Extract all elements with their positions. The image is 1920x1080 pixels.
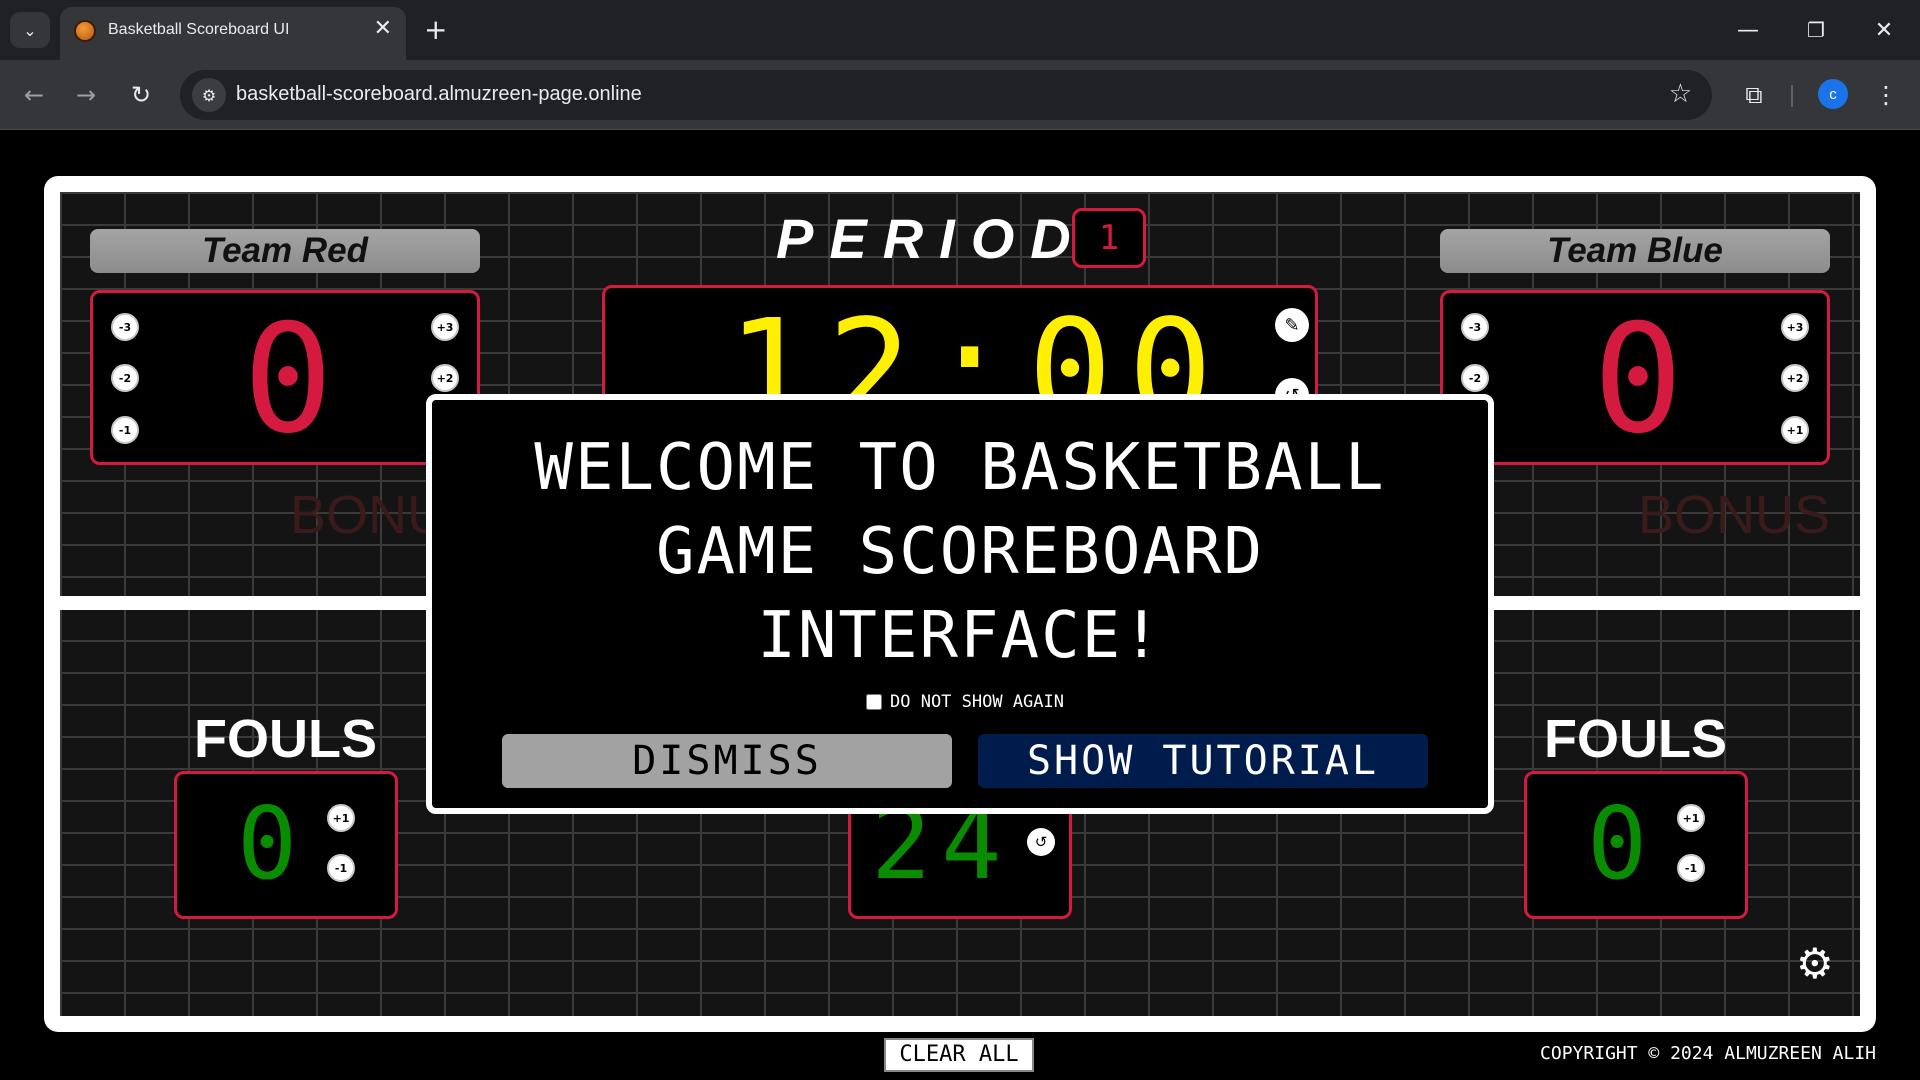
- period-value[interactable]: 1: [1072, 208, 1146, 268]
- basketball-favicon-icon: [74, 20, 96, 42]
- copyright-text: COPYRIGHT © 2024 ALMUZREEN ALIH: [1540, 1043, 1876, 1064]
- forward-arrow-icon[interactable]: →: [66, 75, 106, 115]
- home-score-box: 0 -3 -2 -1 +3 +2: [90, 290, 480, 465]
- home-fouls-label: FOULS: [194, 709, 377, 769]
- kebab-menu-icon[interactable]: ⋮: [1866, 75, 1906, 115]
- welcome-modal: WELCOME TO BASKETBALL GAME SCOREBOARD IN…: [426, 394, 1494, 814]
- away-score: 0: [1592, 293, 1684, 467]
- reload-icon[interactable]: ↻: [121, 75, 161, 115]
- do-not-show-again[interactable]: DO NOT SHOW AGAIN: [866, 692, 1064, 712]
- home-fouls-minus-button[interactable]: -1: [327, 854, 355, 882]
- close-window-icon[interactable]: ✕: [1864, 12, 1904, 48]
- away-plus-2-button[interactable]: +2: [1781, 364, 1809, 392]
- away-bonus-indicator[interactable]: BONUS: [1638, 484, 1830, 546]
- url-text[interactable]: basketball-scoreboard.almuzreen-page.onl…: [236, 83, 642, 106]
- star-icon[interactable]: ☆: [1669, 79, 1692, 109]
- pencil-icon[interactable]: ✎: [1275, 308, 1309, 342]
- away-fouls-label: FOULS: [1544, 709, 1727, 769]
- restore-icon[interactable]: ❐: [1796, 12, 1836, 48]
- home-minus-2-button[interactable]: -2: [111, 364, 139, 392]
- home-fouls-count: 0: [237, 785, 298, 902]
- scoreboard-page: Team Red 0 -3 -2 -1 +3 +2 BONUS PERIOD 1…: [0, 131, 1920, 1080]
- away-score-box: 0 -3 -2 +3 +2 +1: [1440, 290, 1830, 465]
- away-plus-3-button[interactable]: +3: [1781, 313, 1809, 341]
- period-label: PERIOD: [776, 207, 1087, 270]
- plus-icon[interactable]: +: [424, 12, 447, 48]
- browser-tab[interactable]: Basketball Scoreboard UI ✕: [60, 7, 406, 60]
- address-bar[interactable]: ⚙ basketball-scoreboard.almuzreen-page.o…: [180, 70, 1712, 120]
- home-plus-2-button[interactable]: +2: [431, 364, 459, 392]
- away-minus-3-button[interactable]: -3: [1461, 313, 1489, 341]
- home-minus-1-button[interactable]: -1: [111, 416, 139, 444]
- away-fouls-minus-button[interactable]: -1: [1677, 854, 1705, 882]
- away-fouls-plus-button[interactable]: +1: [1677, 804, 1705, 832]
- do-not-show-again-checkbox[interactable]: [866, 694, 882, 710]
- dismiss-button[interactable]: DISMISS: [502, 734, 952, 788]
- avatar[interactable]: c: [1818, 79, 1848, 109]
- away-minus-2-button[interactable]: -2: [1461, 364, 1489, 392]
- show-tutorial-button[interactable]: SHOW TUTORIAL: [978, 734, 1428, 788]
- browser-toolbar: ← → ↻ ⚙ basketball-scoreboard.almuzreen-…: [0, 60, 1920, 130]
- back-arrow-icon[interactable]: ←: [14, 75, 54, 115]
- modal-title: WELCOME TO BASKETBALL GAME SCOREBOARD IN…: [534, 431, 1386, 673]
- puzzle-icon[interactable]: ⧉: [1734, 75, 1774, 115]
- clear-all-button[interactable]: CLEAR ALL: [884, 1038, 1034, 1072]
- tab-title: Basketball Scoreboard UI: [108, 21, 290, 38]
- home-fouls-plus-button[interactable]: +1: [327, 804, 355, 832]
- minimize-icon[interactable]: —: [1728, 12, 1768, 48]
- reset-shot-clock-icon[interactable]: ↺: [1027, 828, 1055, 856]
- tune-icon[interactable]: ⚙: [192, 78, 226, 112]
- home-fouls-box: 0 +1 -1: [174, 771, 398, 919]
- away-fouls-box: 0 +1 -1: [1524, 771, 1748, 919]
- away-plus-1-button[interactable]: +1: [1781, 416, 1809, 444]
- home-team-name[interactable]: Team Red: [90, 229, 480, 273]
- do-not-show-again-label: DO NOT SHOW AGAIN: [890, 692, 1064, 712]
- browser-tab-bar: ⌄ Basketball Scoreboard UI ✕ + — ❐ ✕: [0, 0, 1920, 60]
- gear-icon[interactable]: ⚙: [1796, 943, 1834, 985]
- away-fouls-count: 0: [1587, 785, 1648, 902]
- home-score: 0: [242, 293, 334, 467]
- home-plus-3-button[interactable]: +3: [431, 313, 459, 341]
- toolbar-divider: [1791, 85, 1793, 107]
- close-icon[interactable]: ✕: [374, 17, 392, 41]
- home-minus-3-button[interactable]: -3: [111, 313, 139, 341]
- chevron-down-icon[interactable]: ⌄: [10, 12, 50, 48]
- away-team-name[interactable]: Team Blue: [1440, 229, 1830, 273]
